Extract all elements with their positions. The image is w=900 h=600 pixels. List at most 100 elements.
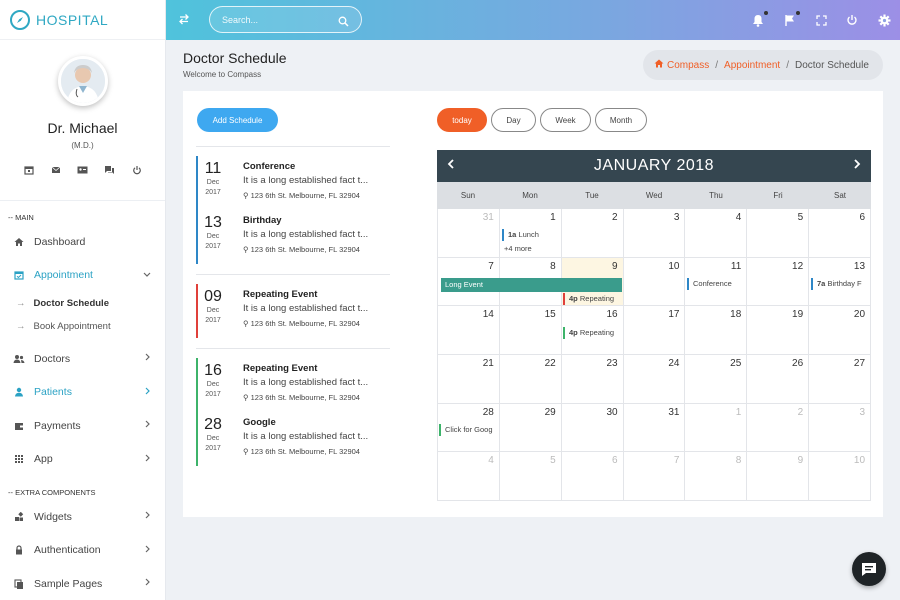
calendar-event-repeating[interactable]: 4p Repeating	[563, 293, 621, 305]
calendar-day[interactable]: 18	[685, 306, 748, 355]
mail-icon[interactable]	[50, 164, 62, 176]
search-icon[interactable]	[338, 14, 349, 32]
calendar-day[interactable]: 7	[624, 452, 686, 501]
calendar-day[interactable]: 20	[809, 306, 872, 355]
calendar-day[interactable]: 21	[438, 355, 500, 403]
day-number: 10	[668, 260, 680, 272]
calendar-day[interactable]: 12	[747, 257, 810, 306]
more-events-link[interactable]: +4 more	[500, 243, 558, 255]
calendar-day[interactable]: 29	[500, 403, 562, 452]
calendar-day[interactable]: 15	[500, 306, 562, 355]
calendar-day[interactable]: 6	[562, 452, 624, 501]
calendar-day[interactable]: 1	[685, 403, 748, 452]
calendar-day[interactable]: 10	[624, 257, 686, 306]
calendar-day[interactable]: 31	[624, 403, 686, 452]
section-main: -- MAIN	[8, 213, 34, 222]
event-title: Conference	[243, 161, 296, 172]
calendar-day[interactable]: 27	[809, 355, 872, 403]
fullscreen-icon[interactable]	[814, 13, 828, 27]
event-label: Repeating	[579, 294, 615, 303]
gear-icon[interactable]	[877, 13, 891, 27]
contact-card-icon[interactable]	[77, 164, 89, 176]
calendar-day[interactable]: 9	[747, 452, 810, 501]
nav-book-appointment[interactable]: → Book Appointment	[0, 315, 165, 338]
widgets-icon	[12, 511, 26, 522]
list-item[interactable]: 13 Dec 2017 Birthday It is a long establ…	[196, 210, 390, 264]
add-schedule-button[interactable]: Add Schedule	[197, 108, 278, 132]
nav-doctors[interactable]: Doctors	[0, 342, 165, 376]
nav-payments[interactable]: Payments	[0, 409, 165, 443]
nav-sample-pages[interactable]: Sample Pages	[0, 567, 165, 600]
calendar-event-google[interactable]: Click for Goog	[439, 424, 497, 436]
nav-app-label: App	[34, 453, 53, 466]
swap-arrows-icon[interactable]	[178, 13, 190, 28]
calendar-day[interactable]: 22	[500, 355, 562, 403]
list-item[interactable]: 28 Dec 2017 Google It is a long establis…	[196, 412, 390, 466]
nav-widgets-label: Widgets	[34, 510, 72, 523]
day-number: 29	[544, 406, 556, 418]
calendar-day[interactable]: 2	[747, 403, 810, 452]
list-item[interactable]: 11 Dec 2017 Conference It is a long esta…	[196, 156, 390, 210]
calendar-day[interactable]: 2	[562, 209, 624, 257]
calendar-day[interactable]: 14	[438, 306, 500, 355]
avatar[interactable]	[57, 56, 108, 106]
list-item[interactable]: 09 Dec 2017 Repeating Event It is a long…	[196, 284, 390, 338]
day-number: 20	[853, 309, 866, 321]
nav-appointment[interactable]: Appointment	[0, 259, 165, 293]
calendar-day[interactable]: 31	[438, 209, 500, 257]
search-input[interactable]	[210, 7, 330, 33]
power-icon[interactable]	[845, 13, 859, 27]
chevron-right-icon	[145, 387, 151, 398]
calendar-day[interactable]: 4	[438, 452, 500, 501]
calendar-day[interactable]: 3	[624, 209, 686, 257]
calendar-day[interactable]: 17	[624, 306, 686, 355]
calendar-day[interactable]: 4	[685, 209, 748, 257]
calendar-day[interactable]: 6	[809, 209, 872, 257]
prev-month-icon[interactable]	[447, 158, 455, 172]
bell-icon[interactable]	[751, 11, 768, 27]
day-view-button[interactable]: Day	[491, 108, 536, 132]
calendar-icon[interactable]	[23, 164, 35, 176]
list-item[interactable]: 16 Dec 2017 Repeating Event It is a long…	[196, 358, 390, 412]
calendar-day[interactable]: 3	[809, 403, 872, 452]
month-view-button[interactable]: Month	[595, 108, 647, 132]
week-view-button[interactable]: Week	[540, 108, 591, 132]
calendar-event-long[interactable]: Long Event	[441, 278, 622, 292]
next-month-icon[interactable]	[853, 158, 861, 172]
nav-app[interactable]: App	[0, 443, 165, 477]
calendar-event-repeating[interactable]: 4p Repeating	[563, 327, 621, 339]
calendar-day[interactable]: 26	[747, 355, 810, 403]
chat-icon[interactable]	[104, 164, 116, 176]
calendar-day[interactable]: 19	[747, 306, 810, 355]
brand[interactable]: HOSPITAL	[0, 0, 165, 40]
wallet-icon	[12, 421, 26, 431]
day-number: 1	[550, 212, 556, 223]
calendar-day[interactable]: 23	[562, 355, 624, 403]
calendar-day[interactable]: 10	[809, 452, 872, 501]
day-number: 14	[482, 309, 494, 321]
nav-authentication[interactable]: Authentication	[0, 534, 165, 568]
nav-doctor-schedule[interactable]: → Doctor Schedule	[0, 292, 165, 315]
event-month: Dec	[206, 381, 220, 388]
calendar-event-birthday[interactable]: 7a Birthday F	[811, 278, 869, 290]
event-day: 16	[204, 362, 222, 379]
today-button[interactable]: today	[437, 108, 487, 132]
calendar-day[interactable]: 24	[624, 355, 686, 403]
calendar-day[interactable]: 8	[685, 452, 748, 501]
event-date: 16 Dec 2017	[198, 362, 228, 412]
calendar-event-conference[interactable]: Conference	[687, 278, 745, 290]
calendar-day[interactable]: 30	[562, 403, 624, 452]
chat-button[interactable]	[852, 552, 886, 586]
calendar-day[interactable]: 5	[747, 209, 810, 257]
power-icon[interactable]	[131, 164, 143, 176]
calendar-day[interactable]: 25	[685, 355, 748, 403]
nav-widgets[interactable]: Widgets	[0, 500, 165, 534]
flag-icon[interactable]	[783, 11, 800, 27]
breadcrumb-appointment[interactable]: Appointment	[724, 60, 780, 71]
breadcrumb-home[interactable]: Compass	[667, 60, 709, 71]
day-number: 11	[730, 260, 742, 272]
calendar-event-lunch[interactable]: 1a Lunch	[502, 229, 560, 241]
calendar-day[interactable]: 5	[500, 452, 562, 501]
nav-patients[interactable]: Patients	[0, 376, 165, 410]
nav-dashboard[interactable]: Dashboard	[0, 225, 165, 259]
